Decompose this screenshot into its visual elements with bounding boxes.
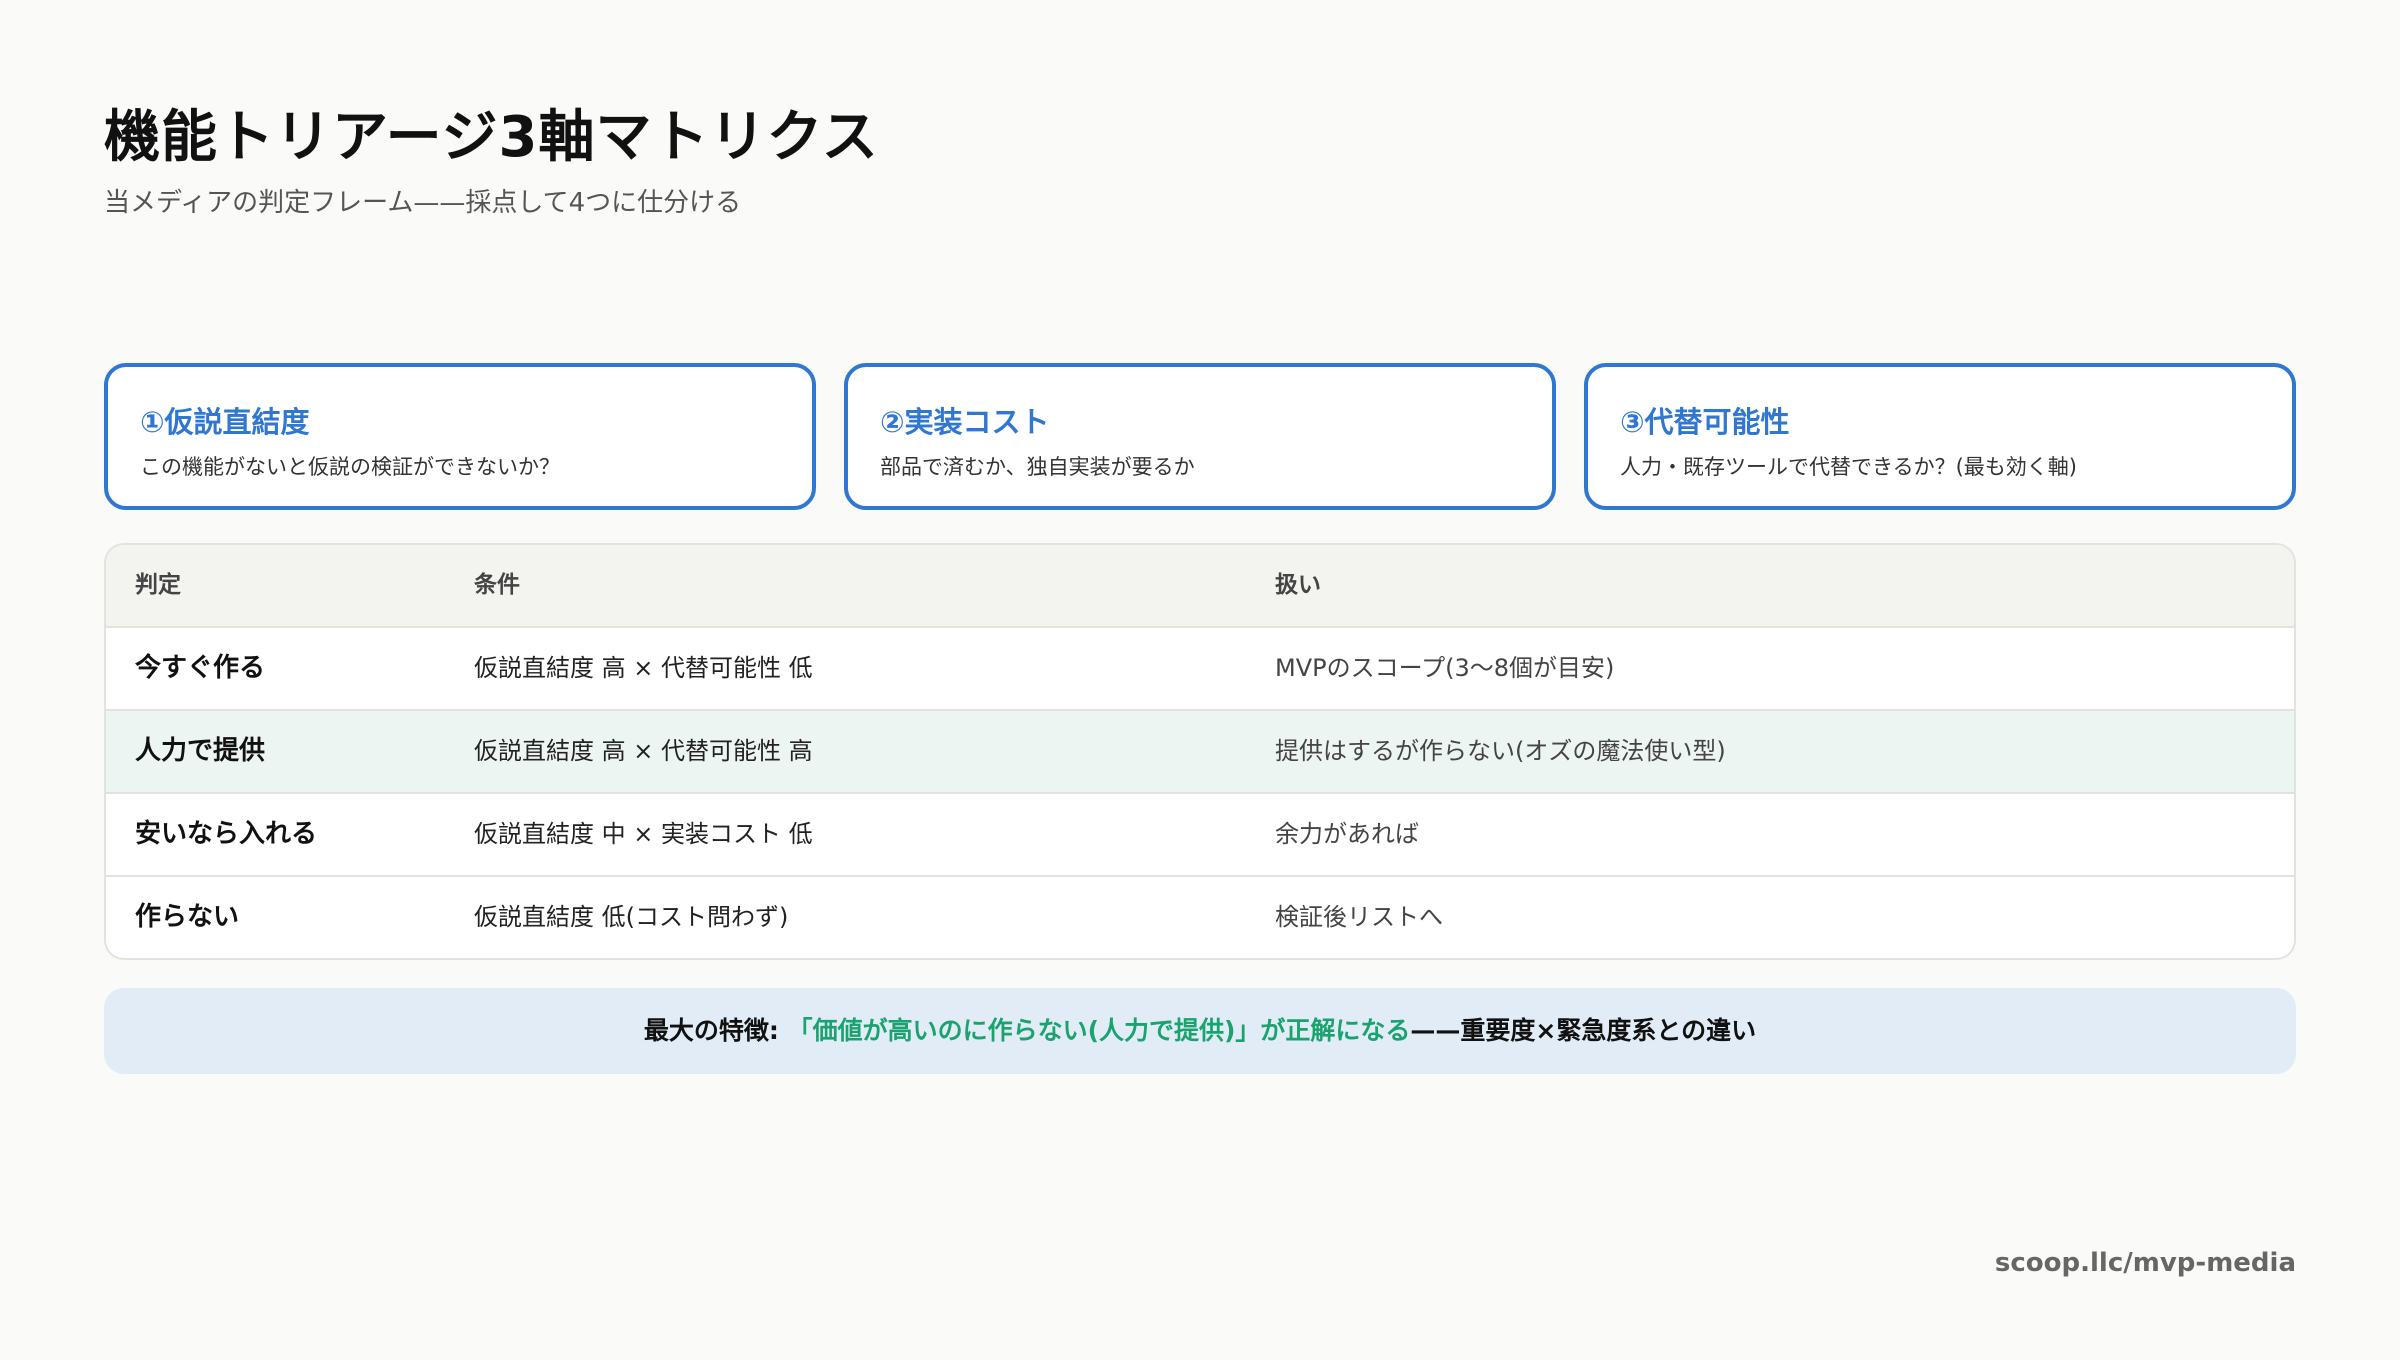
page-title: 機能トリアージ3軸マトリクス [104,105,879,170]
condition-cell: 仮説直結度 高 × 代替可能性 高 [474,737,813,765]
verdict-cell: 安いなら入れる [135,819,318,849]
condition-cell: 仮説直結度 高 × 代替可能性 低 [474,654,813,682]
condition-cell: 仮説直結度 中 × 実装コスト 低 [474,820,813,848]
handling-cell: MVPのスコープ(3〜8個が目安) [1275,654,1615,682]
condition-cell: 仮説直結度 低(コスト問わず) [474,903,789,931]
axis-title: ②実装コスト [880,405,1050,439]
triage-table: 判定 条件 扱い 今すぐ作る 仮説直結度 高 × 代替可能性 低 MVPのスコー… [104,543,2296,960]
header-condition: 条件 [474,572,520,598]
axis-description: この機能がないと仮説の検証ができないか？ [140,455,560,479]
axis-description: 人力・既存ツールで代替できるか？(最も効く軸) [1620,455,2077,479]
table-row: 人力で提供 仮説直結度 高 × 代替可能性 高 提供はするが作らない(オズの魔法… [106,711,2294,794]
table-row: 今すぐ作る 仮説直結度 高 × 代替可能性 低 MVPのスコープ(3〜8個が目安… [106,628,2294,711]
callout-prefix: 最大の特徴: [643,1016,788,1045]
table-row: 作らない 仮説直結度 低(コスト問わず) 検証後リストへ [106,877,2294,958]
axis-card-hypothesis: ①仮説直結度 この機能がないと仮説の検証ができないか？ [104,363,816,510]
axis-card-substitutability: ③代替可能性 人力・既存ツールで代替できるか？(最も効く軸) [1584,363,2296,510]
axis-title: ①仮説直結度 [140,405,310,439]
table-row: 安いなら入れる 仮説直結度 中 × 実装コスト 低 余力があれば [106,794,2294,877]
handling-cell: 余力があれば [1275,820,1419,848]
axes-cards: ①仮説直結度 この機能がないと仮説の検証ができないか？ ②実装コスト 部品で済む… [104,363,2296,510]
callout-highlight: 「価値が高いのに作らない(人力で提供)」が正解になる [787,1016,1411,1045]
axis-title: ③代替可能性 [1620,405,1790,439]
callout-suffix: ——重要度×緊急度系との違い [1410,1016,1757,1045]
page-subtitle: 当メディアの判定フレーム——採点して4つに仕分ける [104,188,742,218]
axis-description: 部品で済むか、独自実装が要るか [880,455,1195,479]
handling-cell: 検証後リストへ [1275,903,1443,931]
footer-url: scoop.llc/mvp-media [1994,1248,2296,1278]
key-insight-callout: 最大の特徴: 「価値が高いのに作らない(人力で提供)」が正解になる——重要度×緊… [104,988,2296,1074]
verdict-cell: 人力で提供 [135,736,266,766]
axis-card-cost: ②実装コスト 部品で済むか、独自実装が要るか [844,363,1556,510]
header-handling: 扱い [1275,572,1321,598]
table-header-row: 判定 条件 扱い [106,545,2294,628]
verdict-cell: 作らない [135,902,240,932]
header-verdict: 判定 [135,572,181,598]
handling-cell: 提供はするが作らない(オズの魔法使い型) [1275,737,1726,765]
verdict-cell: 今すぐ作る [135,653,266,683]
